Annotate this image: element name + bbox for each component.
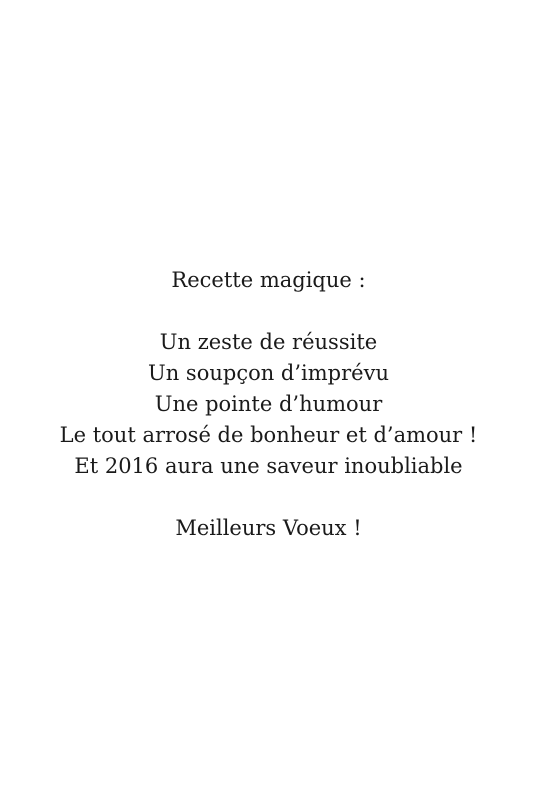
poem-block: Recette magique : Un zeste de réussite U… <box>0 265 537 544</box>
poem-line-3: Une pointe d’humour <box>154 392 383 416</box>
poem-line-1: Un zeste de réussite <box>159 330 378 354</box>
poem-line-5: Et 2016 aura une saveur inoubliable <box>74 454 463 478</box>
closing-wishes: Meilleurs Voeux ! <box>175 516 362 540</box>
greeting-card-page: Recette magique : Un zeste de réussite U… <box>0 0 537 810</box>
poem-heading: Recette magique : <box>171 268 366 292</box>
poem-line-4: Le tout arrosé de bonheur et d’amour ! <box>59 423 478 447</box>
poem-line-2: Un soupçon d’imprévu <box>148 361 389 385</box>
